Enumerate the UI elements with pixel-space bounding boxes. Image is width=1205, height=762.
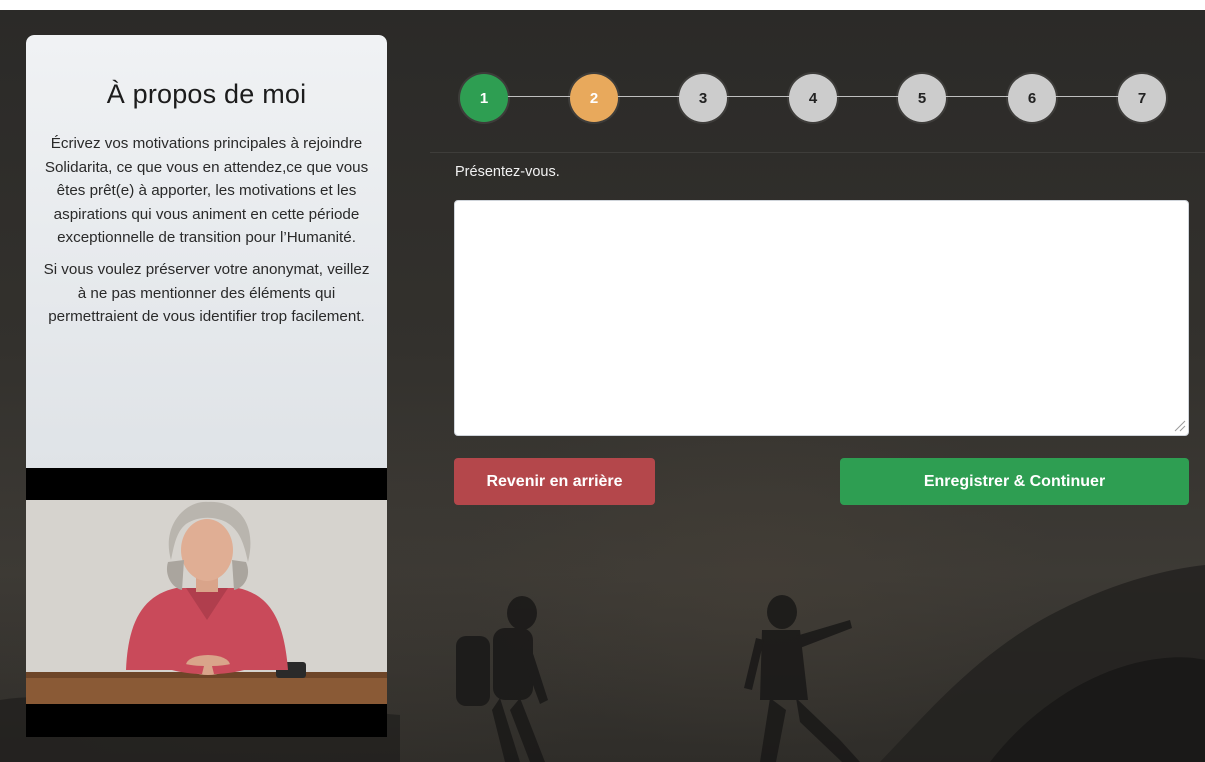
page-title: À propos de moi bbox=[106, 79, 307, 109]
step-number: 1 bbox=[479, 89, 489, 107]
about-me-info: À propos de moi Écrivez vos motivations … bbox=[26, 35, 387, 468]
step-1[interactable]: 1 bbox=[460, 74, 508, 122]
section-divider bbox=[430, 152, 1205, 153]
introduction-textarea[interactable] bbox=[454, 200, 1189, 436]
step-number: 3 bbox=[698, 89, 708, 107]
video-frame bbox=[26, 500, 387, 704]
presenter-video-thumbnail bbox=[26, 500, 387, 704]
step-4[interactable]: 4 bbox=[789, 74, 837, 122]
step-number: 5 bbox=[917, 89, 927, 107]
progress-stepper: 1 2 3 4 5 6 7 bbox=[460, 70, 1170, 122]
anonymity-note: Si vous voulez préserver votre anonymat,… bbox=[43, 260, 370, 326]
step-number: 6 bbox=[1027, 89, 1037, 107]
resize-handle-icon[interactable] bbox=[1172, 418, 1186, 432]
step-number: 2 bbox=[589, 89, 599, 107]
save-continue-button[interactable]: Enregistrer & Continuer bbox=[840, 458, 1189, 505]
video-player[interactable] bbox=[26, 468, 387, 737]
step-number: 4 bbox=[808, 89, 818, 107]
instructions-paragraph: Écrivez vos motivations principales à re… bbox=[44, 135, 369, 247]
about-me-card: À propos de moi Écrivez vos motivations … bbox=[26, 35, 387, 737]
step-7[interactable]: 7 bbox=[1118, 74, 1166, 122]
step-2[interactable]: 2 bbox=[570, 74, 618, 122]
step-6[interactable]: 6 bbox=[1008, 74, 1056, 122]
step-3[interactable]: 3 bbox=[679, 74, 727, 122]
step-5[interactable]: 5 bbox=[898, 74, 946, 122]
step-number: 7 bbox=[1137, 89, 1147, 107]
back-button[interactable]: Revenir en arrière bbox=[454, 458, 655, 505]
introduce-yourself-label: Présentez-vous. bbox=[455, 164, 560, 180]
